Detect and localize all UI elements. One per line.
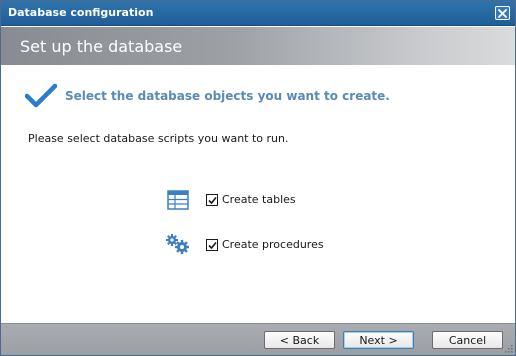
create-tables-label[interactable]: Create tables [222,193,296,206]
create-procedures-label[interactable]: Create procedures [222,238,324,251]
wizard-header: Set up the database [1,27,515,65]
gears-icon [166,234,189,254]
button-bar: < Back Next > Cancel [1,323,515,355]
create-procedures-checkbox[interactable] [206,239,218,251]
database-configuration-dialog: Database configuration Set up the databa… [0,0,516,356]
instruction-text: Please select database scripts you want … [28,132,289,145]
resize-grip-icon[interactable] [505,345,513,353]
window-title: Database configuration [8,6,154,19]
table-icon [167,190,189,210]
page-heading: Select the database objects you want to … [65,89,390,103]
wizard-step-title: Set up the database [20,37,183,56]
close-icon[interactable] [495,6,510,20]
create-tables-checkbox[interactable] [206,194,218,206]
cancel-button[interactable]: Cancel [432,331,503,349]
back-button[interactable]: < Back [264,331,335,349]
checkmark-icon [25,83,57,108]
next-button[interactable]: Next > [343,331,414,349]
title-bar[interactable]: Database configuration [1,1,515,26]
